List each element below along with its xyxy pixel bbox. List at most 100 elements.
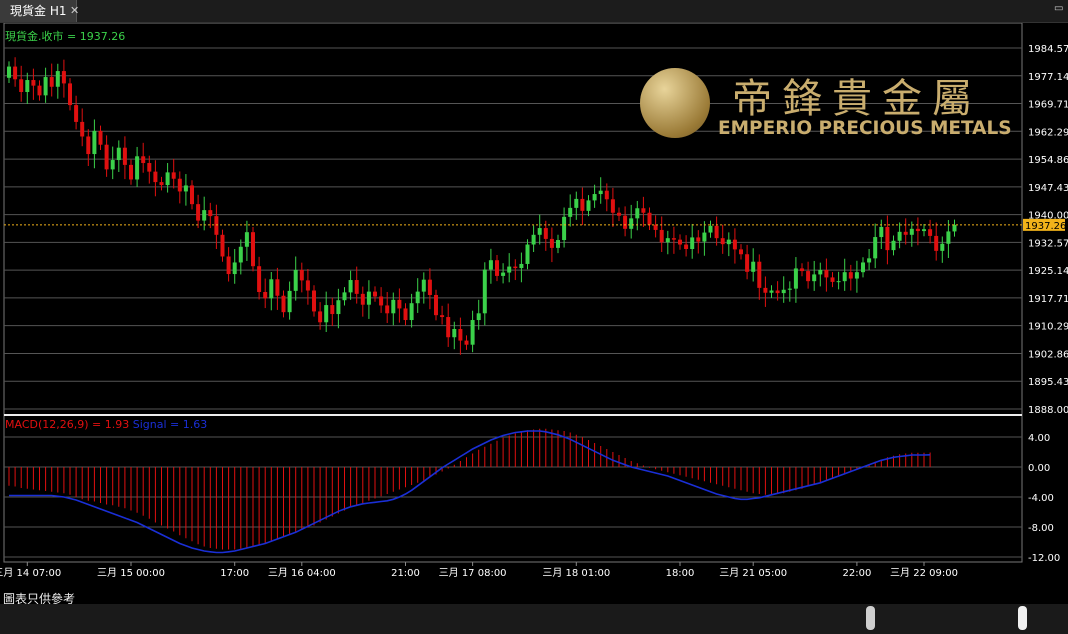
candle-body bbox=[348, 280, 353, 293]
candle-body bbox=[37, 85, 42, 96]
candle-body bbox=[366, 291, 371, 305]
candle-body bbox=[934, 235, 939, 251]
time-scrollbar[interactable] bbox=[0, 604, 1068, 634]
close-icon[interactable]: ✕ bbox=[70, 0, 79, 22]
candle-body bbox=[31, 80, 36, 86]
candle-body bbox=[470, 320, 475, 345]
candle-body bbox=[556, 240, 560, 248]
candle-body bbox=[867, 258, 872, 263]
candle-body bbox=[806, 271, 811, 282]
candle-body bbox=[196, 204, 201, 221]
candle-body bbox=[824, 269, 829, 278]
price-tick-label: 1947.43 bbox=[1028, 183, 1068, 194]
time-tick-label: 22:00 bbox=[842, 568, 871, 579]
candle-body bbox=[952, 224, 957, 232]
time-tick-label: 17:00 bbox=[220, 568, 249, 579]
candle-body bbox=[318, 311, 323, 323]
candle-body bbox=[80, 121, 85, 137]
price-tick-label: 1954.86 bbox=[1028, 155, 1068, 166]
price-tick-label: 1932.57 bbox=[1028, 238, 1068, 249]
candle-body bbox=[379, 296, 384, 306]
candle-body bbox=[336, 300, 341, 315]
macd-tick-label: 0.00 bbox=[1028, 463, 1050, 474]
price-tick-label: 1962.29 bbox=[1028, 127, 1068, 138]
candle-body bbox=[116, 147, 121, 161]
last-price-label: 1937.26 bbox=[1025, 221, 1066, 232]
macd-grid bbox=[4, 436, 1022, 558]
candle-body bbox=[171, 172, 176, 179]
macd-tick-label: -12.00 bbox=[1028, 553, 1060, 564]
candle-body bbox=[781, 289, 786, 294]
signal-line bbox=[9, 430, 931, 554]
candle-body bbox=[312, 290, 316, 312]
candle-body bbox=[275, 279, 280, 296]
candle-body bbox=[836, 281, 841, 283]
logo-english-name: EMPERIO PRECIOUS METALS bbox=[718, 118, 1012, 139]
candle-body bbox=[92, 130, 97, 155]
chart-tab[interactable]: 現貨金 H1 bbox=[0, 0, 78, 22]
price-tick-label: 1969.71 bbox=[1028, 100, 1068, 111]
candle-body bbox=[440, 315, 445, 318]
candle-body bbox=[720, 238, 725, 245]
candle-body bbox=[854, 272, 859, 279]
candle-body bbox=[299, 269, 304, 281]
candle-body bbox=[891, 240, 896, 251]
candle-body bbox=[183, 185, 188, 192]
candle-body bbox=[897, 231, 902, 241]
time-tick-label: 三月 14 07:00 bbox=[0, 567, 61, 579]
candle-body bbox=[617, 212, 621, 216]
candle-body bbox=[153, 171, 158, 183]
candle-body bbox=[775, 290, 780, 294]
candle-body bbox=[641, 208, 646, 213]
candle-body bbox=[208, 210, 213, 217]
time-tick-label: 三月 22 09:00 bbox=[890, 567, 958, 579]
candle-body bbox=[269, 279, 274, 299]
macd-tick-label: 4.00 bbox=[1028, 433, 1050, 444]
time-tick-label: 三月 21 05:00 bbox=[719, 567, 787, 579]
candle-body bbox=[928, 229, 933, 236]
candle-body bbox=[861, 262, 865, 273]
candle-body bbox=[86, 136, 91, 155]
signal-polyline bbox=[9, 430, 931, 554]
price-tick-label: 1902.86 bbox=[1028, 349, 1068, 360]
candle-body bbox=[220, 234, 225, 257]
candle-body bbox=[415, 291, 420, 304]
candle-body bbox=[226, 256, 231, 275]
candle-body bbox=[562, 216, 567, 241]
candle-body bbox=[745, 254, 750, 272]
candle-body bbox=[159, 182, 164, 186]
candle-body bbox=[25, 80, 30, 92]
temple-icon bbox=[640, 68, 710, 138]
time-tick-label: 三月 18 01:00 bbox=[542, 567, 610, 579]
scroll-handle-left[interactable] bbox=[866, 606, 875, 630]
candle-body bbox=[482, 269, 487, 314]
candle-body bbox=[690, 237, 695, 250]
scroll-handle-right[interactable] bbox=[1018, 606, 1027, 630]
candle-body bbox=[135, 156, 140, 180]
candle-body bbox=[678, 239, 682, 245]
candle-body bbox=[7, 66, 11, 78]
time-tick-label: 18:00 bbox=[666, 568, 695, 579]
candle-body bbox=[659, 229, 664, 243]
candle-body bbox=[525, 244, 530, 264]
candle-body bbox=[671, 238, 676, 240]
candle-body bbox=[513, 266, 518, 269]
candle-body bbox=[397, 299, 402, 309]
candle-body bbox=[714, 225, 719, 239]
candle-body bbox=[293, 269, 298, 291]
maximize-icon[interactable]: ▭ bbox=[1054, 4, 1064, 14]
candle-body bbox=[830, 277, 835, 282]
candle-body bbox=[879, 226, 884, 238]
candle-body bbox=[464, 340, 469, 345]
price-tick-label: 1888.00 bbox=[1028, 405, 1068, 416]
candle-body bbox=[287, 290, 292, 313]
candle-body bbox=[281, 295, 286, 313]
candle-body bbox=[629, 218, 634, 229]
candle-body bbox=[434, 294, 438, 316]
candle-body bbox=[726, 239, 731, 245]
candle-body bbox=[165, 172, 170, 186]
candle-body bbox=[488, 260, 493, 270]
candle-body bbox=[55, 71, 60, 87]
candle-body bbox=[214, 216, 219, 235]
candle-body bbox=[427, 279, 432, 295]
